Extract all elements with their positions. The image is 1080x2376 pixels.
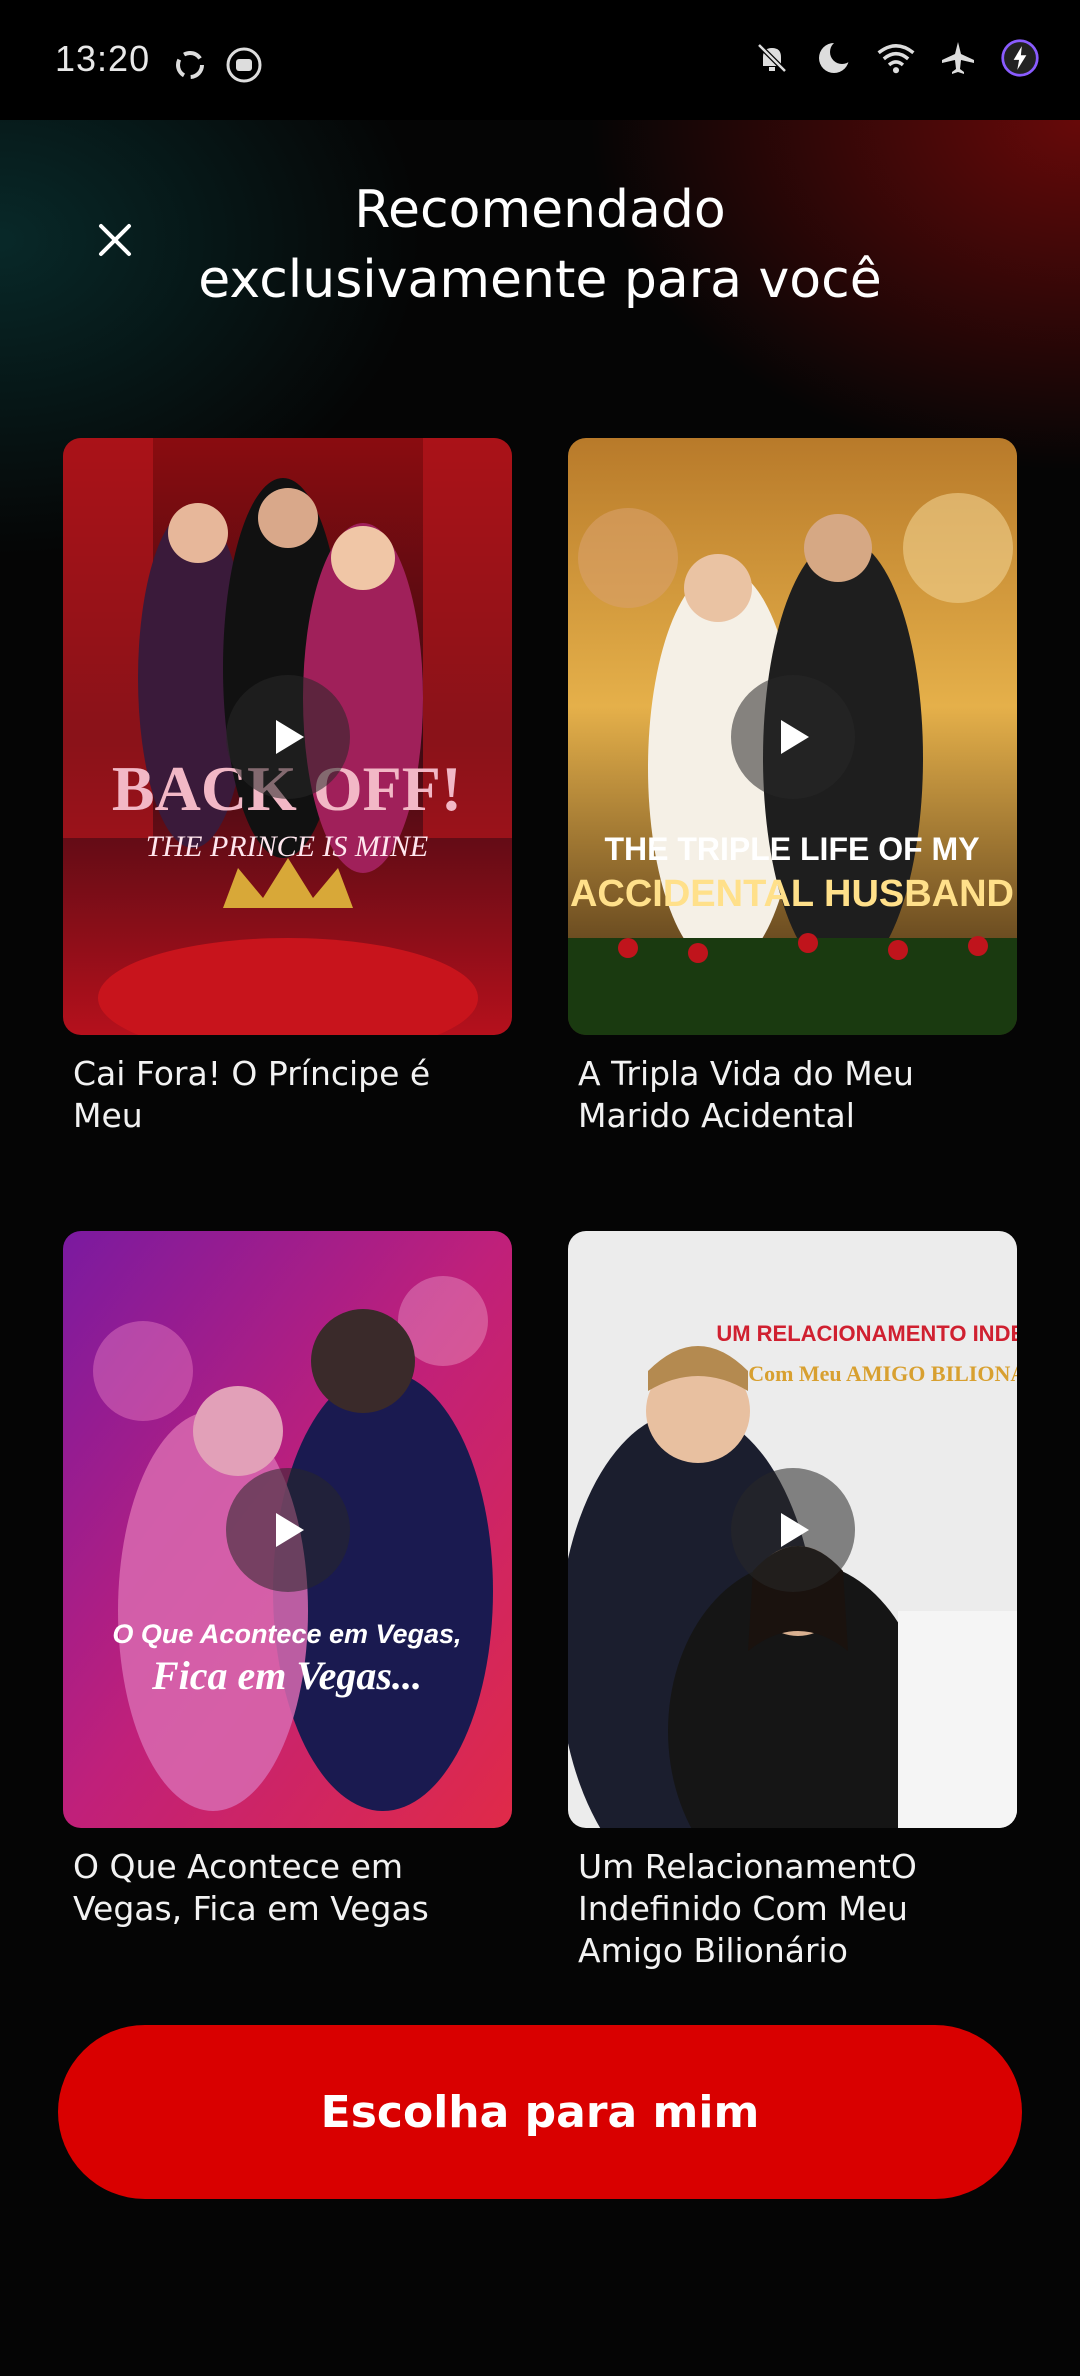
drama-card[interactable]: O Que Acontece em Vegas, Fica em Vegas..… [63, 1231, 512, 1930]
charging-icon [1000, 38, 1040, 78]
play-icon [275, 1512, 304, 1547]
poster-title: THE TRIPLE LIFE OF MY [604, 831, 979, 867]
poster-image[interactable]: UM RELACIONAMENTO INDEFINIDO Com Meu AMI… [568, 1231, 1017, 1828]
poster-subtitle: Fica em Vegas... [151, 1653, 422, 1698]
recycle-icon [170, 45, 210, 85]
card-title: A Tripla Vida do Meu Marido Acidental [578, 1054, 914, 1135]
drama-card[interactable]: UM RELACIONAMENTO INDEFINIDO Com Meu AMI… [568, 1231, 1017, 1972]
drama-card[interactable]: BACK OFF! THE PRINCE IS MINE Cai Fora! O… [63, 438, 512, 1137]
close-button[interactable] [90, 215, 140, 265]
close-icon [99, 224, 131, 256]
poster-subtitle: THE PRINCE IS MINE [146, 830, 428, 863]
choose-for-me-button[interactable]: Escolha para mim [58, 2025, 1022, 2199]
play-icon [780, 1512, 809, 1547]
poster-subtitle: ACCIDENTAL HUSBAND [570, 873, 1014, 915]
poster-image[interactable]: BACK OFF! THE PRINCE IS MINE [63, 438, 512, 1035]
moon-icon [814, 38, 854, 78]
poster-image[interactable]: THE TRIPLE LIFE OF MY ACCIDENTAL HUSBAND [568, 438, 1017, 1035]
poster-title: UM RELACIONAMENTO INDEFINIDO [716, 1321, 1017, 1346]
poster-title: O Que Acontece em Vegas, [112, 1619, 461, 1649]
play-button[interactable] [225, 1467, 350, 1592]
status-time: 13:20 [55, 38, 151, 79]
airplane-icon [938, 38, 978, 78]
play-button[interactable] [730, 1467, 855, 1592]
poster-subtitle: Com Meu AMIGO BILIONÁRIO [748, 1361, 1017, 1386]
play-icon [275, 719, 304, 754]
screen-record-icon [224, 45, 264, 85]
card-title: O Que Acontece em Vegas, Fica em Vegas [73, 1847, 429, 1928]
bell-off-icon [752, 38, 792, 78]
play-icon [780, 719, 809, 754]
card-title: Cai Fora! O Príncipe é Meu [73, 1054, 431, 1135]
play-button[interactable] [225, 674, 350, 799]
card-title: Um RelacionamentO Indefinido Com Meu Ami… [578, 1847, 917, 1970]
play-button[interactable] [730, 674, 855, 799]
page-title: Recomendado exclusivamente para você [198, 180, 882, 310]
status-bar: 13:20 [0, 0, 1080, 120]
poster-image[interactable]: O Que Acontece em Vegas, Fica em Vegas..… [63, 1231, 512, 1828]
drama-card[interactable]: THE TRIPLE LIFE OF MY ACCIDENTAL HUSBAND… [568, 438, 1017, 1137]
wifi-icon [876, 38, 916, 78]
